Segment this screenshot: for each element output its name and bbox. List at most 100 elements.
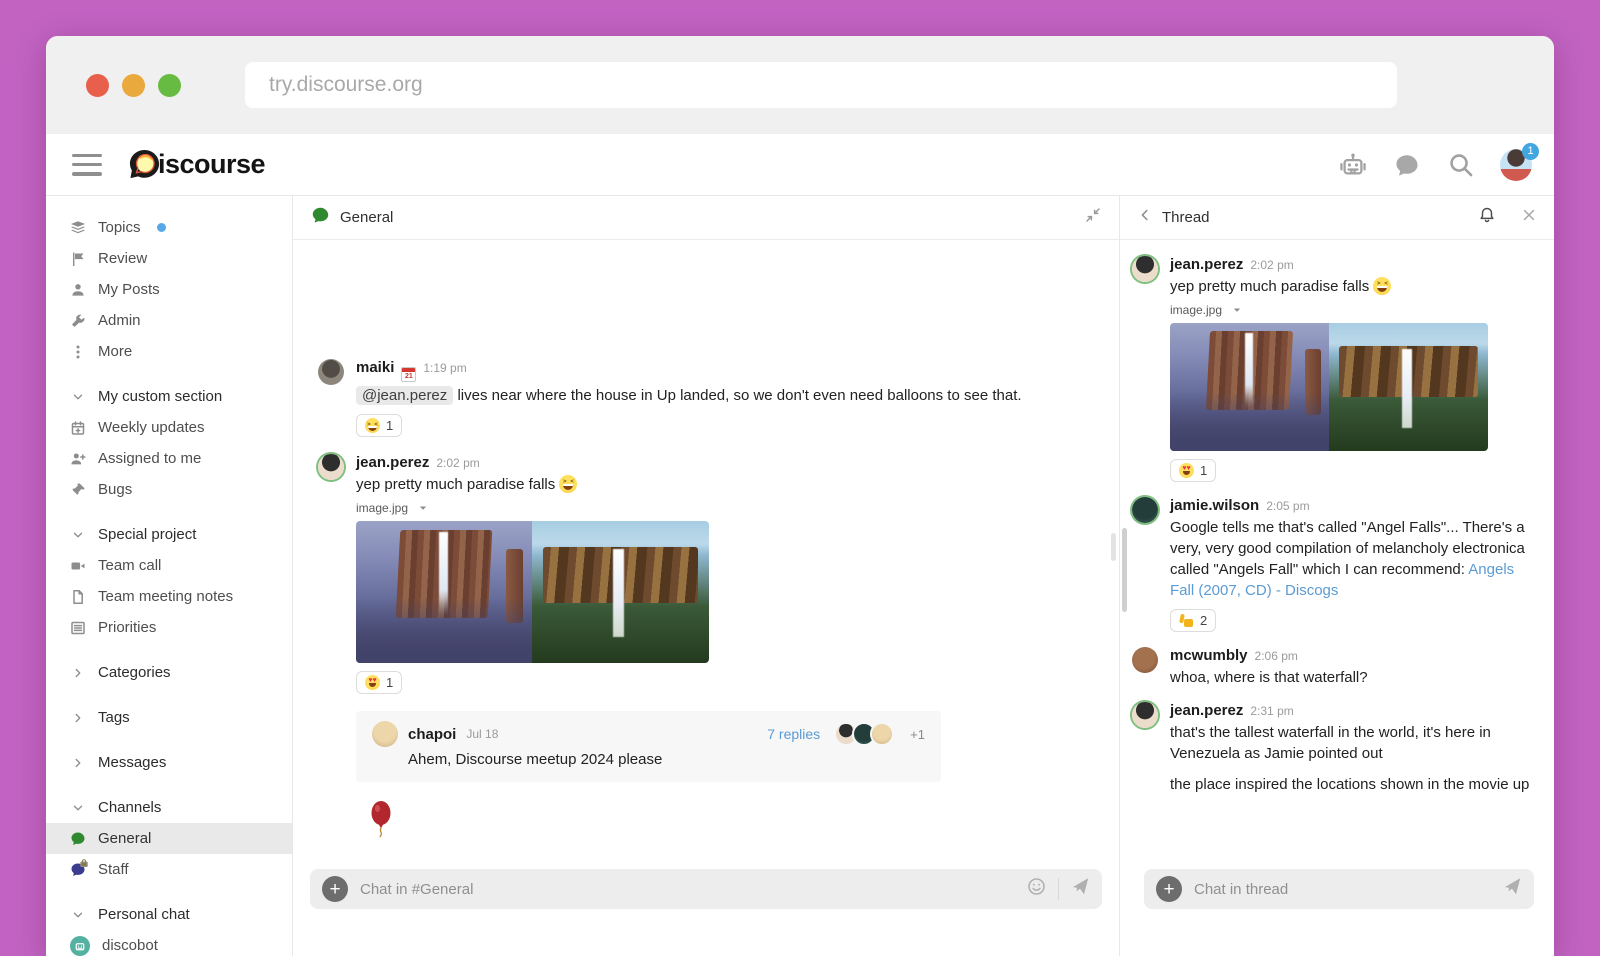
avatar-mcwumbly[interactable] [1132,647,1158,673]
reaction-heart-eyes[interactable]: 1 [356,671,402,694]
app-header: iscourse 1 [46,134,1554,196]
calendar-icon [70,420,86,436]
sidebar-item-discobot[interactable]: discobot [46,930,292,956]
attachment-image-2[interactable] [532,521,709,663]
laugh-emoji [365,418,380,433]
avatar-jean-perez[interactable] [1132,256,1158,282]
user-avatar[interactable]: 1 [1500,149,1532,181]
channel-bubble-icon [311,206,330,230]
message-time: 2:31 pm [1250,704,1293,718]
sidebar-item-weekly-updates[interactable]: Weekly updates [46,412,292,443]
sidebar-item-review[interactable]: Review [46,243,292,274]
maximize-window-button[interactable] [158,74,181,97]
close-window-button[interactable] [86,74,109,97]
emoji-picker-icon[interactable] [1027,877,1046,901]
search-icon[interactable] [1446,150,1476,180]
participants-overflow: +1 [910,727,925,742]
main-scrollbar[interactable] [1111,533,1116,561]
balloon-emoji [368,800,394,842]
gavel-icon [70,482,86,498]
attachment-image-2[interactable] [1329,323,1488,451]
thread-scrollbar[interactable] [1122,528,1127,612]
sidebar-item-my-posts[interactable]: My Posts [46,274,292,305]
thread-first-message: Ahem, Discourse meetup 2024 please [408,749,925,770]
reaction-thumbs-up[interactable]: 2 [1170,609,1216,632]
address-bar[interactable]: try.discourse.org [245,62,1397,108]
sidebar-item-topics[interactable]: Topics [46,212,292,243]
attachment-image-1[interactable] [356,521,532,663]
message-author[interactable]: jean.perez [1170,256,1243,273]
sidebar-section-my-custom-section[interactable]: My custom section [46,381,292,412]
laugh-emoji [1373,277,1391,295]
sidebar-item-priorities[interactable]: Priorities [46,612,292,643]
chevron-right-icon [70,710,86,726]
reaction-heart-eyes[interactable]: 1 [1170,459,1216,482]
message-list[interactable]: maiki 21 1:19 pm @jean.perez lives near … [293,240,1119,869]
sidebar-section-personal-chat[interactable]: Personal chat [46,899,292,930]
chevron-down-icon [70,907,86,923]
send-icon[interactable] [1071,877,1090,901]
avatar-jean-perez[interactable] [1132,702,1158,728]
avatar-jamie-wilson[interactable] [1132,497,1158,523]
sidebar-item-more[interactable]: More [46,336,292,367]
close-icon[interactable] [1522,208,1536,227]
message-author[interactable]: jamie.wilson [1170,497,1259,514]
sidebar-section-tags[interactable]: Tags [46,702,292,733]
message-author[interactable]: jean.perez [356,454,429,471]
attach-button[interactable]: + [1156,876,1182,902]
window-controls [86,74,181,97]
avatar-maiki[interactable] [318,359,344,385]
sidebar-section-special-project[interactable]: Special project [46,519,292,550]
bell-icon[interactable] [1478,206,1496,229]
minimize-window-button[interactable] [122,74,145,97]
message-author[interactable]: maiki [356,359,394,376]
discourse-logo[interactable]: iscourse [128,148,265,181]
robot-icon[interactable] [1338,150,1368,180]
chat-message: jamie.wilson 2:05 pm Google tells me tha… [1132,497,1540,633]
thread-panel: Thread jean.perez 2:02 pm [1120,196,1554,956]
user-mention[interactable]: @jean.perez [356,386,453,405]
sidebar-section-categories[interactable]: Categories [46,657,292,688]
chat-message: jean.perez 2:02 pm yep pretty much parad… [318,454,1095,847]
sidebar-item-channel-staff[interactable]: Staff [46,854,292,885]
channel-message-input[interactable] [360,881,1015,898]
attachment-image-1[interactable] [1170,323,1329,451]
attachment-toggle[interactable]: image.jpg [1170,303,1540,317]
collapse-panel-icon[interactable] [1085,207,1101,228]
sidebar-item-channel-general[interactable]: General [46,823,292,854]
message-author[interactable]: mcwumbly [1170,647,1248,664]
attachment-toggle[interactable]: image.jpg [356,501,1095,515]
thread-summary-card[interactable]: chapoi Jul 18 7 replies +1 Ahem, [356,711,941,782]
message-time: 2:02 pm [436,456,479,470]
brand-wordmark: iscourse [158,149,265,180]
sidebar-item-team-meeting-notes[interactable]: Team meeting notes [46,581,292,612]
notification-badge: 1 [1522,143,1539,160]
sidebar-item-team-call[interactable]: Team call [46,550,292,581]
sidebar-item-bugs[interactable]: Bugs [46,474,292,505]
thread-replies-link[interactable]: 7 replies [767,726,820,742]
sidebar-section-channels[interactable]: Channels [46,792,292,823]
chat-message: jean.perez 2:02 pm yep pretty much parad… [1132,256,1540,483]
attach-button[interactable]: + [322,876,348,902]
calendar-emoji: 21 [401,367,416,382]
video-icon [70,558,86,574]
thread-date: Jul 18 [466,727,498,741]
thread-composer: + [1144,869,1534,909]
sidebar-item-admin[interactable]: Admin [46,305,292,336]
back-icon[interactable] [1138,208,1152,227]
reaction-laugh[interactable]: 1 [356,414,402,437]
chevron-down-icon [70,527,86,543]
hamburger-menu-icon[interactable] [72,154,102,176]
chat-icon[interactable] [1392,150,1422,180]
sidebar-item-assigned-to-me[interactable]: Assigned to me [46,443,292,474]
thread-message-list[interactable]: jean.perez 2:02 pm yep pretty much parad… [1120,240,1554,869]
message-time: 2:05 pm [1266,499,1309,513]
thread-author: chapoi [408,726,456,743]
message-text: yep pretty much paradise falls [1170,276,1540,297]
thumbs-up-emoji [1179,613,1194,628]
avatar-jean-perez[interactable] [318,454,344,480]
message-author[interactable]: jean.perez [1170,702,1243,719]
send-icon[interactable] [1503,877,1522,901]
sidebar-section-messages[interactable]: Messages [46,747,292,778]
thread-message-input[interactable] [1194,881,1491,898]
